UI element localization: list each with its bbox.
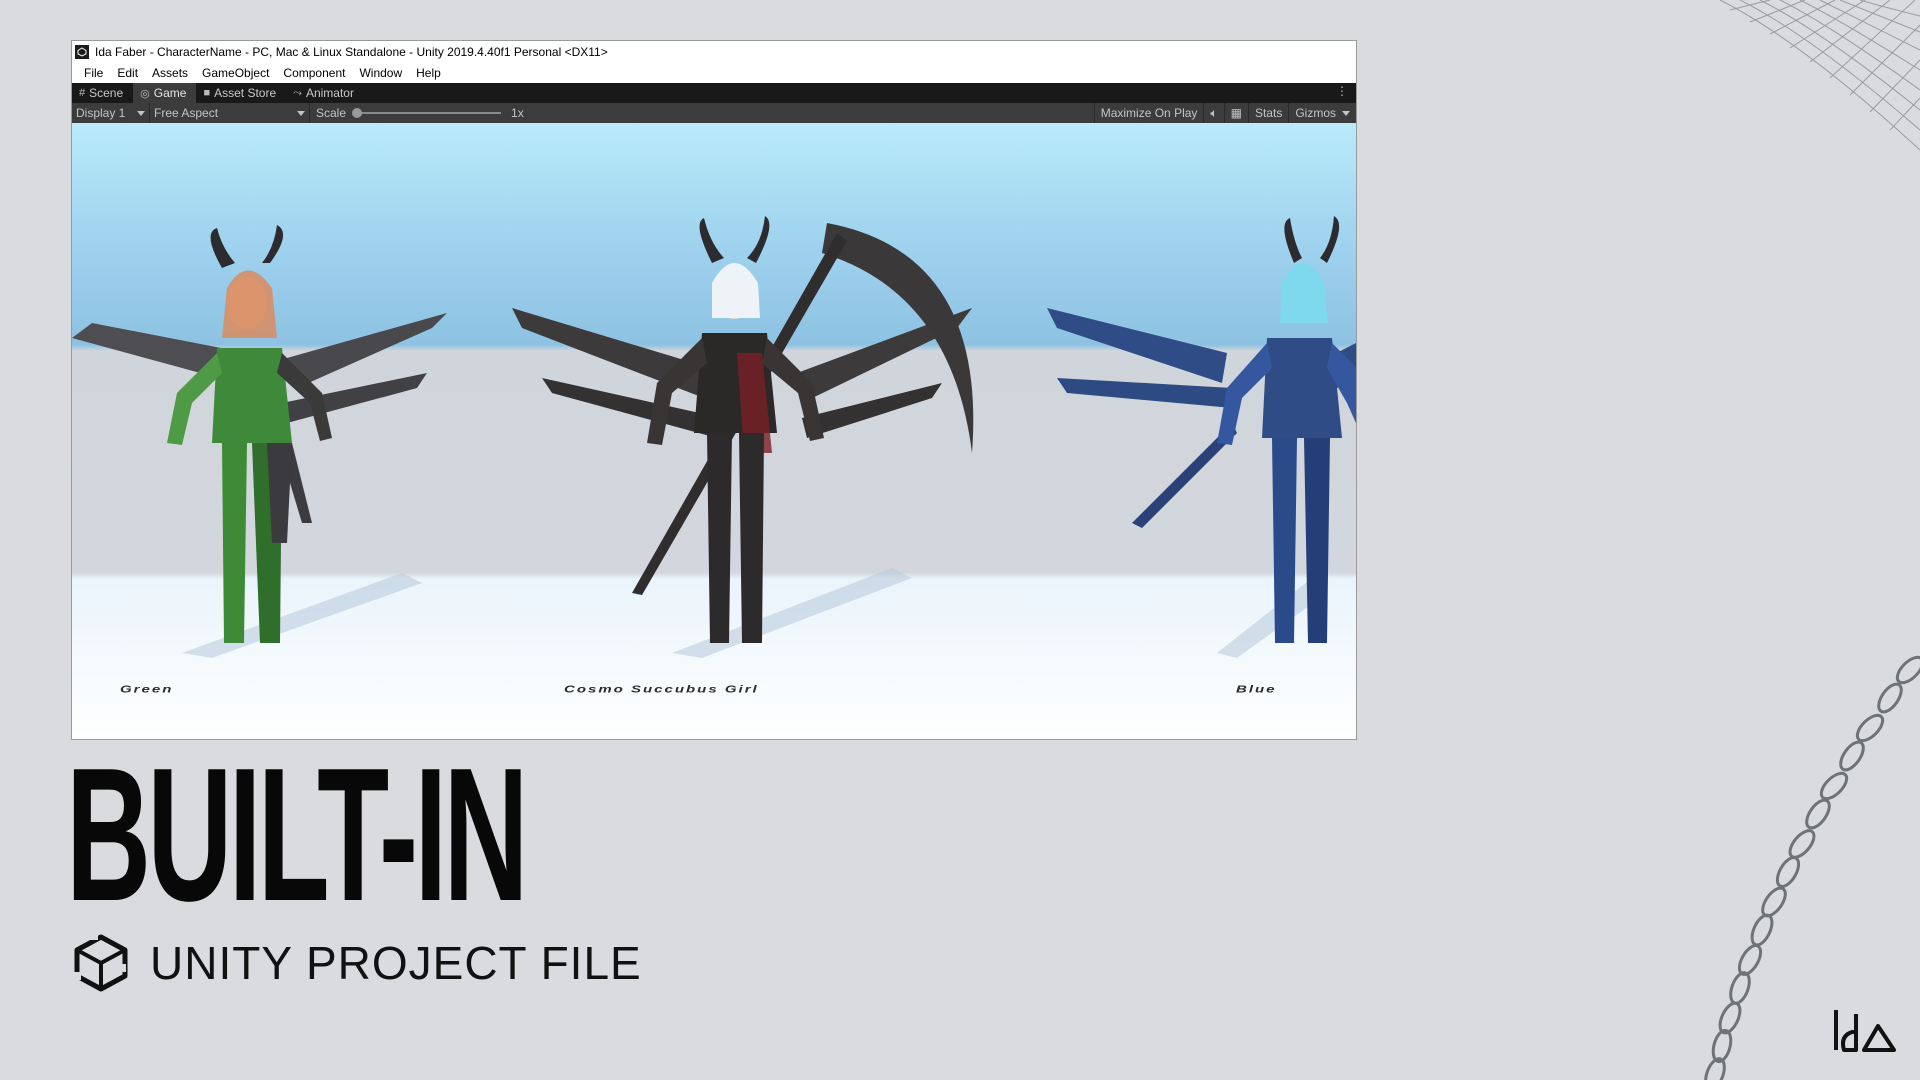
chevron-down-icon bbox=[137, 110, 145, 116]
aspect-dropdown-value: Free Aspect bbox=[154, 106, 219, 120]
game-view-toolbar: Display 1 Free Aspect Scale 1x Maximize … bbox=[72, 103, 1356, 124]
label-green: Green bbox=[120, 683, 174, 696]
scale-slider-thumb[interactable] bbox=[352, 108, 363, 118]
mute-audio-button[interactable]: 🔈︎ bbox=[1203, 103, 1223, 123]
tab-scene-label: Scene bbox=[89, 86, 124, 100]
tab-asset-store-label: Asset Store bbox=[214, 86, 277, 100]
menu-file[interactable]: File bbox=[77, 66, 110, 80]
toolbar-right-group: Maximize On Play 🔈︎ ▦ Stats Gizmos bbox=[1093, 103, 1356, 123]
title-bar: Ida Faber - CharacterName - PC, Mac & Li… bbox=[72, 41, 1356, 63]
scale-slider[interactable] bbox=[352, 108, 502, 118]
chevron-down-icon bbox=[297, 110, 305, 116]
scale-label: Scale bbox=[316, 106, 347, 120]
unity-logo-icon bbox=[73, 932, 128, 992]
window-title: Ida Faber - CharacterName - PC, Mac & Li… bbox=[95, 45, 608, 59]
gizmos-button[interactable]: Gizmos bbox=[1288, 103, 1356, 123]
page-subtitle: UNITY PROJECT FILE bbox=[150, 937, 642, 989]
scale-value: 1x bbox=[511, 106, 524, 120]
speaker-icon: 🔈︎ bbox=[1210, 105, 1218, 120]
menu-bar: File Edit Assets GameObject Component Wi… bbox=[72, 63, 1356, 83]
scale-control: Scale 1x bbox=[316, 106, 524, 120]
aspect-dropdown[interactable]: Free Aspect bbox=[150, 103, 310, 123]
character-blue bbox=[1047, 216, 1356, 643]
grid-icon: # bbox=[79, 87, 86, 99]
unity-editor-window: Ida Faber - CharacterName - PC, Mac & Li… bbox=[71, 40, 1357, 740]
tab-game-label: Game bbox=[153, 86, 187, 100]
menu-help[interactable]: Help bbox=[409, 66, 448, 80]
label-blue: Blue bbox=[1236, 683, 1277, 696]
subtitle-row: UNITY PROJECT FILE bbox=[70, 932, 642, 994]
shortcut-toggle-button[interactable]: ▦ bbox=[1223, 103, 1248, 123]
game-view-viewport[interactable]: Green Cosmo Succubus Girl Blue bbox=[72, 123, 1356, 739]
ida-logo bbox=[1834, 1010, 1896, 1052]
menu-gameobject[interactable]: GameObject bbox=[195, 66, 276, 80]
bag-icon: ■ bbox=[203, 87, 211, 99]
animator-icon: ⤳ bbox=[293, 86, 302, 99]
display-dropdown[interactable]: Display 1 bbox=[72, 103, 150, 123]
tab-animator[interactable]: ⤳ Animator bbox=[286, 83, 364, 103]
gizmos-label: Gizmos bbox=[1295, 106, 1336, 120]
decorative-net bbox=[1719, 0, 1920, 151]
stats-button[interactable]: Stats bbox=[1247, 103, 1288, 123]
tab-game[interactable]: ◎ Game bbox=[133, 83, 197, 103]
tab-asset-store[interactable]: ■ Asset Store bbox=[196, 83, 286, 103]
tab-animator-label: Animator bbox=[305, 86, 354, 100]
game-scene-render bbox=[72, 216, 1356, 658]
gamepad-icon: ◎ bbox=[140, 87, 150, 100]
page-title: BUILT-IN bbox=[66, 729, 529, 941]
menu-window[interactable]: Window bbox=[352, 66, 409, 80]
menu-edit[interactable]: Edit bbox=[110, 66, 145, 80]
display-dropdown-value: Display 1 bbox=[76, 106, 126, 120]
menu-assets[interactable]: Assets bbox=[145, 66, 195, 80]
chevron-down-icon bbox=[1342, 110, 1350, 116]
unity-app-icon bbox=[75, 45, 89, 59]
tab-scene[interactable]: # Scene bbox=[72, 83, 133, 103]
editor-tab-bar: # Scene ◎ Game ■ Asset Store ⤳ Animator … bbox=[72, 83, 1356, 103]
keyboard-icon: ▦ bbox=[1230, 106, 1242, 120]
label-cosmo-succubus-girl: Cosmo Succubus Girl bbox=[564, 683, 759, 696]
tab-options-menu-icon[interactable]: ⋮ bbox=[1336, 84, 1348, 98]
maximize-on-play-button[interactable]: Maximize On Play bbox=[1093, 103, 1204, 123]
menu-component[interactable]: Component bbox=[276, 66, 352, 80]
